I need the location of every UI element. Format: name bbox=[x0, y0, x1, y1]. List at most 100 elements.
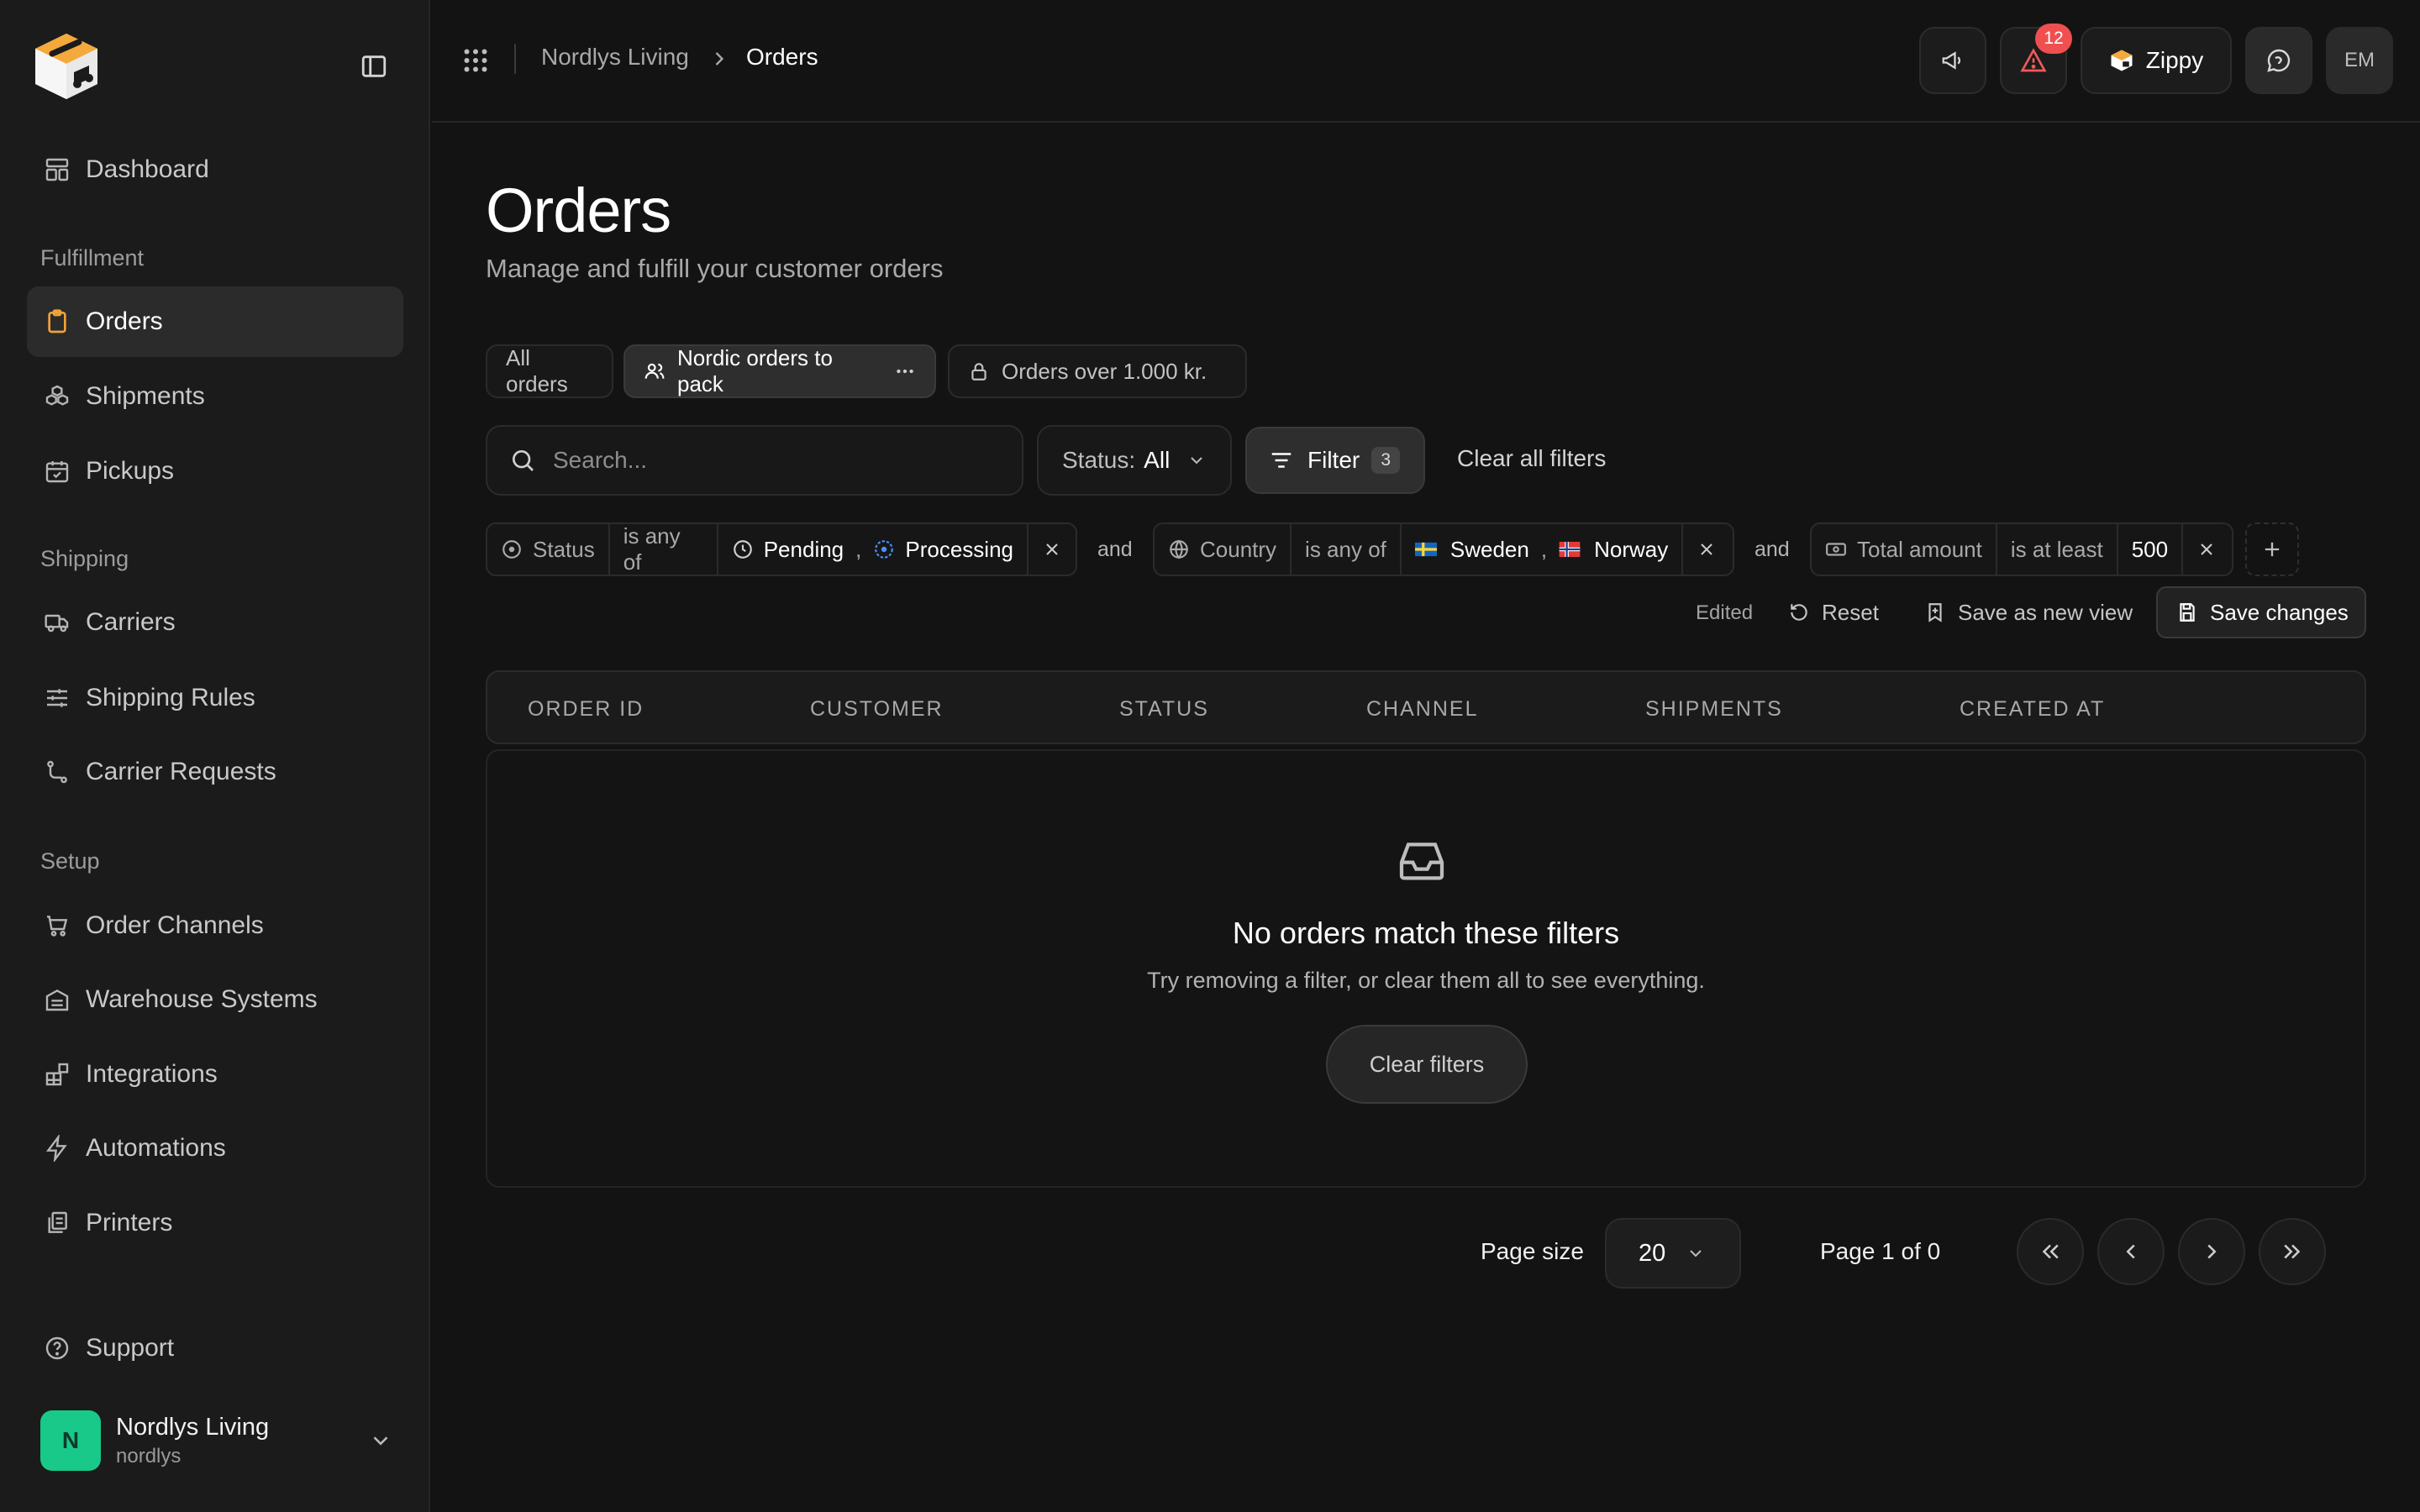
section-label-setup: Setup bbox=[40, 848, 100, 874]
sidebar-item-order-channels[interactable]: Order Channels bbox=[27, 890, 403, 961]
reset-button[interactable]: Reset bbox=[1788, 586, 1879, 638]
filter-values[interactable]: Pending , Processing bbox=[718, 524, 1028, 575]
status-dropdown[interactable]: Status: All bbox=[1037, 425, 1232, 496]
save-as-new-view-label: Save as new view bbox=[1958, 599, 2133, 625]
account-handle: nordlys bbox=[116, 1444, 182, 1467]
sidebar-toggle-icon[interactable] bbox=[360, 52, 392, 81]
filter-value: Sweden bbox=[1449, 536, 1529, 562]
add-filter-button[interactable] bbox=[2245, 522, 2299, 576]
filter-value: Pending bbox=[763, 536, 844, 562]
page-size-select[interactable]: 20 bbox=[1605, 1218, 1741, 1289]
view-tab-label: Nordic orders to pack bbox=[677, 345, 833, 396]
first-page-button[interactable] bbox=[2017, 1218, 2084, 1285]
sidebar-item-shipments[interactable]: Shipments bbox=[27, 361, 403, 432]
sidebar-item-label: Integrations bbox=[86, 1060, 218, 1088]
filter-field[interactable]: Country bbox=[1155, 524, 1292, 575]
column-header-shipments[interactable]: SHIPMENTS bbox=[1645, 697, 1783, 722]
sidebar-item-pickups[interactable]: Pickups bbox=[27, 436, 403, 507]
sidebar-item-printers[interactable]: Printers bbox=[27, 1188, 403, 1258]
filter-chip-country[interactable]: Country is any of Sweden , Norway bbox=[1153, 522, 1734, 576]
globe-icon bbox=[1168, 538, 1190, 560]
alerts-button[interactable]: 12 bbox=[2000, 24, 2072, 94]
assistant-logo-icon bbox=[2109, 48, 2134, 73]
app-logo[interactable] bbox=[29, 29, 104, 104]
save-changes-button[interactable]: Save changes bbox=[2156, 586, 2366, 638]
filter-field-label: Country bbox=[1200, 536, 1277, 562]
search-field[interactable] bbox=[486, 425, 1023, 496]
account-switcher[interactable]: N Nordlys Living nordlys bbox=[40, 1410, 393, 1472]
breadcrumb-org[interactable]: Nordlys Living bbox=[541, 44, 689, 71]
filter-button[interactable]: Filter 3 bbox=[1245, 427, 1425, 494]
filter-chip-total-amount[interactable]: Total amount is at least 500 bbox=[1810, 522, 2233, 576]
sidebar-item-support[interactable]: Support bbox=[27, 1313, 403, 1383]
sidebar-item-orders[interactable]: Orders bbox=[27, 286, 403, 357]
sidebar-item-integrations[interactable]: Integrations bbox=[27, 1039, 403, 1110]
megaphone-icon bbox=[1940, 48, 1965, 73]
view-tab-orders-over[interactable]: Orders over 1.000 kr. bbox=[948, 344, 1247, 398]
boxes-icon bbox=[44, 383, 71, 410]
status-circle-icon bbox=[501, 538, 523, 560]
dashboard-icon bbox=[44, 156, 71, 183]
user-avatar-button[interactable]: EM bbox=[2326, 27, 2393, 94]
search-input[interactable] bbox=[553, 447, 1007, 474]
sidebar-item-label: Order Channels bbox=[86, 911, 264, 939]
page-size-value: 20 bbox=[1639, 1239, 1666, 1267]
view-tab-nordic-orders[interactable]: Nordic orders to pack bbox=[623, 344, 936, 398]
filter-operator[interactable]: is any of bbox=[1292, 524, 1402, 575]
warehouse-icon bbox=[44, 986, 71, 1013]
sidebar-item-label: Support bbox=[86, 1334, 175, 1362]
printer-icon bbox=[44, 1210, 71, 1236]
announcements-button[interactable] bbox=[1919, 27, 1986, 94]
chevron-down-icon bbox=[368, 1428, 393, 1453]
sidebar-item-warehouse-systems[interactable]: Warehouse Systems bbox=[27, 964, 403, 1035]
filter-value-input[interactable]: 500 bbox=[2118, 524, 2184, 575]
sliders-icon bbox=[44, 685, 71, 711]
table-empty-state: No orders match these filters Try removi… bbox=[486, 749, 2366, 1188]
avatar: N bbox=[40, 1410, 101, 1471]
filter-values[interactable]: Sweden , Norway bbox=[1402, 524, 1684, 575]
clear-all-filters-link[interactable]: Clear all filters bbox=[1457, 445, 1606, 472]
filter-field[interactable]: Total amount bbox=[1812, 524, 1997, 575]
edited-indicator: Edited bbox=[1696, 601, 1754, 624]
save-icon bbox=[2176, 601, 2198, 623]
remove-filter-button[interactable] bbox=[2183, 524, 2230, 575]
sidebar-item-automations[interactable]: Automations bbox=[27, 1113, 403, 1184]
assistant-button[interactable]: Zippy bbox=[2081, 27, 2232, 94]
sidebar-item-dashboard[interactable]: Dashboard bbox=[27, 134, 403, 205]
filter-chip-status[interactable]: Status is any of Pending , Processing bbox=[486, 522, 1077, 576]
search-icon bbox=[509, 447, 536, 474]
account-name: Nordlys Living bbox=[116, 1413, 270, 1441]
page-size-label: Page size bbox=[1481, 1238, 1584, 1264]
column-header-status[interactable]: STATUS bbox=[1119, 697, 1209, 722]
column-header-order-id[interactable]: ORDER ID bbox=[528, 697, 644, 722]
more-horizontal-icon[interactable] bbox=[894, 360, 916, 382]
inbox-icon bbox=[1395, 833, 1449, 887]
view-tab-all-orders[interactable]: All orders bbox=[486, 344, 613, 398]
topbar: Nordlys Living Orders 12 Zippy EM bbox=[432, 0, 2420, 123]
apps-grid-icon[interactable] bbox=[460, 45, 491, 76]
clock-icon bbox=[732, 538, 754, 560]
previous-page-button[interactable] bbox=[2097, 1218, 2165, 1285]
next-page-button[interactable] bbox=[2178, 1218, 2245, 1285]
sidebar-item-shipping-rules[interactable]: Shipping Rules bbox=[27, 663, 403, 733]
bookmark-plus-icon bbox=[1924, 601, 1946, 623]
save-as-new-view-button[interactable]: Save as new view bbox=[1924, 586, 2133, 638]
filter-field[interactable]: Status bbox=[487, 524, 610, 575]
chat-button[interactable] bbox=[2245, 27, 2312, 94]
column-header-created-at[interactable]: CREATED AT bbox=[1960, 697, 2105, 722]
divider bbox=[514, 44, 516, 74]
sidebar-item-carrier-requests[interactable]: Carrier Requests bbox=[27, 737, 403, 807]
remove-filter-button[interactable] bbox=[1028, 524, 1076, 575]
last-page-button[interactable] bbox=[2259, 1218, 2326, 1285]
column-header-customer[interactable]: CUSTOMER bbox=[810, 697, 944, 722]
clear-filters-button[interactable]: Clear filters bbox=[1326, 1025, 1528, 1104]
help-circle-icon bbox=[44, 1335, 71, 1362]
filter-operator[interactable]: is at least bbox=[1997, 524, 2118, 575]
close-icon bbox=[2196, 539, 2217, 559]
sidebar: Dashboard Fulfillment Orders Shipments P… bbox=[0, 0, 430, 1512]
sidebar-item-carriers[interactable]: Carriers bbox=[27, 587, 403, 658]
remove-filter-button[interactable] bbox=[1683, 524, 1730, 575]
column-header-channel[interactable]: CHANNEL bbox=[1366, 697, 1478, 722]
filter-value: Norway bbox=[1594, 536, 1669, 562]
filter-operator[interactable]: is any of bbox=[610, 523, 718, 575]
